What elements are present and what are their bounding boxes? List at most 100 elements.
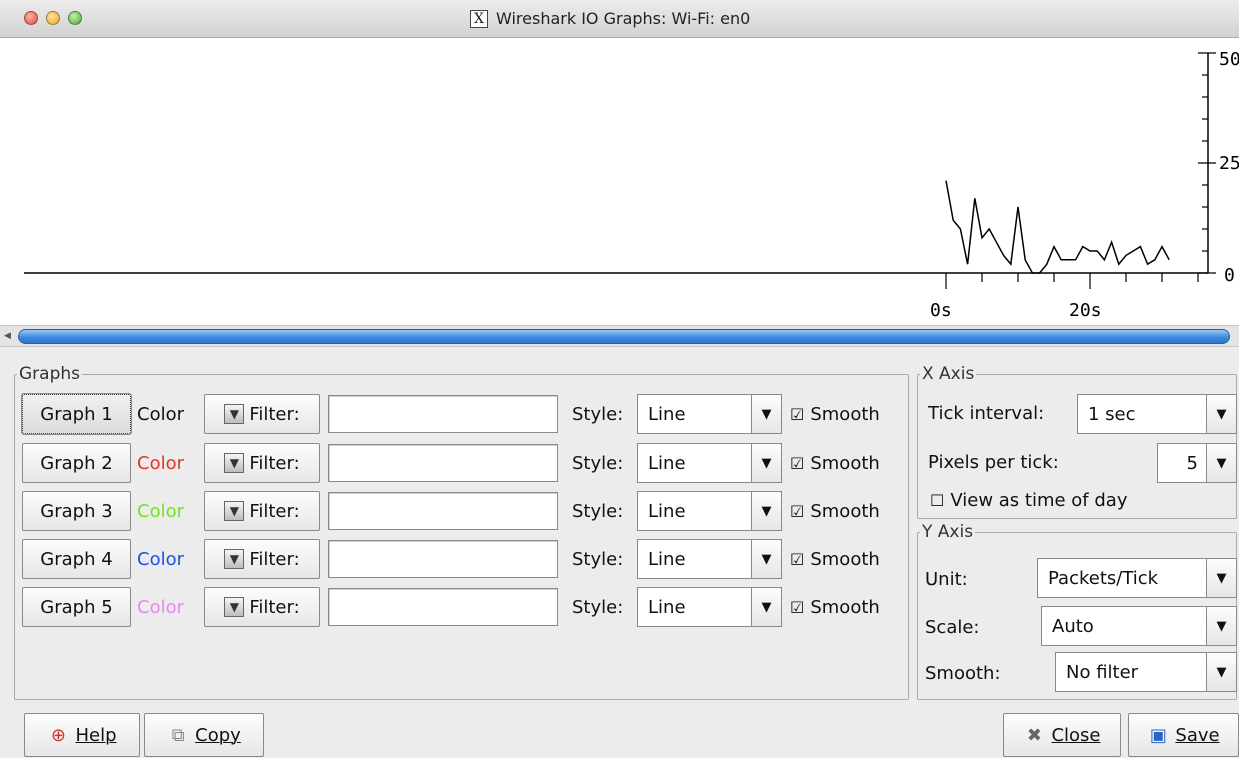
filter-funnel-icon: ▼ bbox=[224, 597, 245, 617]
pixels-per-tick-value: 5 bbox=[1186, 452, 1198, 474]
graph-5-style-select[interactable]: Line ▼ bbox=[637, 587, 782, 627]
graph-2-style-value: Line bbox=[648, 452, 686, 474]
dropdown-arrow-icon[interactable]: ▼ bbox=[1206, 559, 1236, 597]
y-smooth-label: Smooth: bbox=[925, 663, 1001, 684]
y-tick-label-50: 50 bbox=[1219, 49, 1239, 70]
checkbox-unchecked-icon: ☐ bbox=[930, 491, 945, 510]
scale-select[interactable]: Auto ▼ bbox=[1041, 606, 1237, 646]
graph-1-filter-input[interactable] bbox=[328, 395, 558, 433]
dropdown-arrow-icon[interactable]: ▼ bbox=[1206, 444, 1236, 482]
graph-3-button[interactable]: Graph 3 bbox=[22, 491, 131, 531]
io-graph-canvas: 50 25 0 0s 20s bbox=[0, 38, 1239, 325]
help-button[interactable]: ⊕ Help bbox=[24, 713, 140, 757]
graph-3-smooth-checkbox[interactable]: ☑ Smooth bbox=[790, 501, 880, 522]
graph-1-style-label: Style: bbox=[572, 403, 624, 425]
graph-5-filter-input[interactable] bbox=[328, 588, 558, 626]
graph-4-smooth-checkbox[interactable]: ☑ Smooth bbox=[790, 549, 880, 570]
time-scrollbar[interactable]: ◀ bbox=[0, 325, 1239, 347]
graph-2-button[interactable]: Graph 2 bbox=[22, 443, 131, 483]
close-button-label: Close bbox=[1051, 724, 1101, 746]
x-axis-group-legend: X Axis bbox=[922, 364, 975, 384]
graph-5-style-label: Style: bbox=[572, 596, 624, 618]
graph-1-smooth-checkbox[interactable]: ☑ Smooth bbox=[790, 404, 880, 425]
checkbox-checked-icon: ☑ bbox=[790, 549, 805, 569]
maximize-window-icon[interactable] bbox=[68, 11, 82, 25]
graph-3-style-select[interactable]: Line ▼ bbox=[637, 491, 782, 531]
filter-funnel-icon: ▼ bbox=[224, 453, 245, 473]
graph-1-smooth-label: Smooth bbox=[810, 403, 880, 425]
scale-label: Scale: bbox=[925, 617, 980, 638]
dropdown-arrow-icon[interactable]: ▼ bbox=[1206, 607, 1236, 645]
graphs-group-legend: Graphs bbox=[19, 364, 81, 384]
window-title: X Wireshark IO Graphs: Wi-Fi: en0 bbox=[470, 9, 750, 28]
graph-2-style-select[interactable]: Line ▼ bbox=[637, 443, 782, 483]
scroll-thumb[interactable] bbox=[18, 329, 1230, 344]
y-smooth-select[interactable]: No filter ▼ bbox=[1055, 652, 1237, 692]
graph-5-filter-label: Filter: bbox=[249, 596, 300, 618]
graph-2-color-label[interactable]: Color bbox=[131, 453, 204, 474]
graph-1-series-line bbox=[945, 180, 1170, 274]
graph-5-button[interactable]: Graph 5 bbox=[22, 587, 131, 627]
scale-value: Auto bbox=[1052, 615, 1094, 637]
view-time-of-day-checkbox[interactable]: ☐ View as time of day bbox=[930, 490, 1127, 511]
graph-row-1: Graph 1 Color ▼ Filter: Style: Line ▼ ☑ … bbox=[21, 393, 880, 435]
pixels-per-tick-label: Pixels per tick: bbox=[928, 452, 1059, 473]
dropdown-arrow-icon[interactable]: ▼ bbox=[1206, 653, 1236, 691]
dropdown-arrow-icon[interactable]: ▼ bbox=[751, 492, 781, 530]
graph-5-style-value: Line bbox=[648, 596, 686, 618]
tick-interval-select[interactable]: 1 sec ▼ bbox=[1077, 394, 1237, 434]
copy-icon: ⧉ bbox=[171, 724, 185, 746]
graph-4-style-select[interactable]: Line ▼ bbox=[637, 539, 782, 579]
y-smooth-value: No filter bbox=[1066, 661, 1139, 683]
dropdown-arrow-icon[interactable]: ▼ bbox=[751, 588, 781, 626]
dropdown-arrow-icon[interactable]: ▼ bbox=[751, 395, 781, 433]
graph-2-smooth-checkbox[interactable]: ☑ Smooth bbox=[790, 453, 880, 474]
graph-3-color-label[interactable]: Color bbox=[131, 501, 204, 522]
checkbox-checked-icon: ☑ bbox=[790, 404, 805, 424]
graph-1-color-label[interactable]: Color bbox=[131, 404, 204, 425]
graph-2-filter-label: Filter: bbox=[249, 452, 300, 474]
graph-4-smooth-label: Smooth bbox=[810, 548, 880, 570]
graph-4-filter-button[interactable]: ▼ Filter: bbox=[204, 539, 320, 579]
graph-4-style-value: Line bbox=[648, 548, 686, 570]
dropdown-arrow-icon[interactable]: ▼ bbox=[751, 540, 781, 578]
close-window-icon[interactable] bbox=[24, 11, 38, 25]
graph-1-style-value: Line bbox=[648, 403, 686, 425]
pixels-per-tick-select[interactable]: 5 ▼ bbox=[1157, 443, 1237, 483]
graph-1-filter-button[interactable]: ▼ Filter: bbox=[204, 394, 320, 434]
save-button[interactable]: ▣ Save bbox=[1128, 713, 1239, 757]
copy-button-label: Copy bbox=[195, 724, 241, 746]
view-time-of-day-label: View as time of day bbox=[950, 490, 1128, 511]
graph-3-filter-input[interactable] bbox=[328, 492, 558, 530]
graph-3-filter-button[interactable]: ▼ Filter: bbox=[204, 491, 320, 531]
y-tick-label-25: 25 bbox=[1219, 153, 1239, 174]
graph-2-filter-input[interactable] bbox=[328, 444, 558, 482]
dropdown-arrow-icon[interactable]: ▼ bbox=[1206, 395, 1236, 433]
dropdown-arrow-icon[interactable]: ▼ bbox=[751, 444, 781, 482]
graph-row-5: Graph 5 Color ▼ Filter: Style: Line ▼ ☑ … bbox=[22, 586, 880, 628]
filter-funnel-icon: ▼ bbox=[224, 501, 245, 521]
graph-1-style-select[interactable]: Line ▼ bbox=[637, 394, 782, 434]
graph-1-button[interactable]: Graph 1 bbox=[21, 393, 132, 435]
graph-4-color-label[interactable]: Color bbox=[131, 549, 204, 570]
y-axis-group-legend: Y Axis bbox=[922, 522, 974, 542]
graph-5-color-label[interactable]: Color bbox=[131, 597, 204, 618]
tick-interval-label: Tick interval: bbox=[928, 403, 1045, 424]
filter-funnel-icon: ▼ bbox=[224, 404, 245, 424]
graph-5-filter-button[interactable]: ▼ Filter: bbox=[204, 587, 320, 627]
close-button[interactable]: ✖ Close bbox=[1003, 713, 1121, 757]
graph-5-smooth-checkbox[interactable]: ☑ Smooth bbox=[790, 597, 880, 618]
graph-4-button[interactable]: Graph 4 bbox=[22, 539, 131, 579]
graph-4-style-label: Style: bbox=[572, 548, 624, 570]
scroll-left-arrow-icon[interactable]: ◀ bbox=[4, 331, 11, 341]
graph-2-filter-button[interactable]: ▼ Filter: bbox=[204, 443, 320, 483]
graph-4-filter-input[interactable] bbox=[328, 540, 558, 578]
checkbox-checked-icon: ☑ bbox=[790, 453, 805, 473]
tick-interval-value: 1 sec bbox=[1088, 403, 1136, 425]
minimize-window-icon[interactable] bbox=[46, 11, 60, 25]
graph-3-smooth-label: Smooth bbox=[810, 500, 880, 522]
copy-button[interactable]: ⧉ Copy bbox=[144, 713, 264, 757]
save-button-label: Save bbox=[1175, 724, 1220, 746]
checkbox-checked-icon: ☑ bbox=[790, 597, 805, 617]
unit-select[interactable]: Packets/Tick ▼ bbox=[1037, 558, 1237, 598]
